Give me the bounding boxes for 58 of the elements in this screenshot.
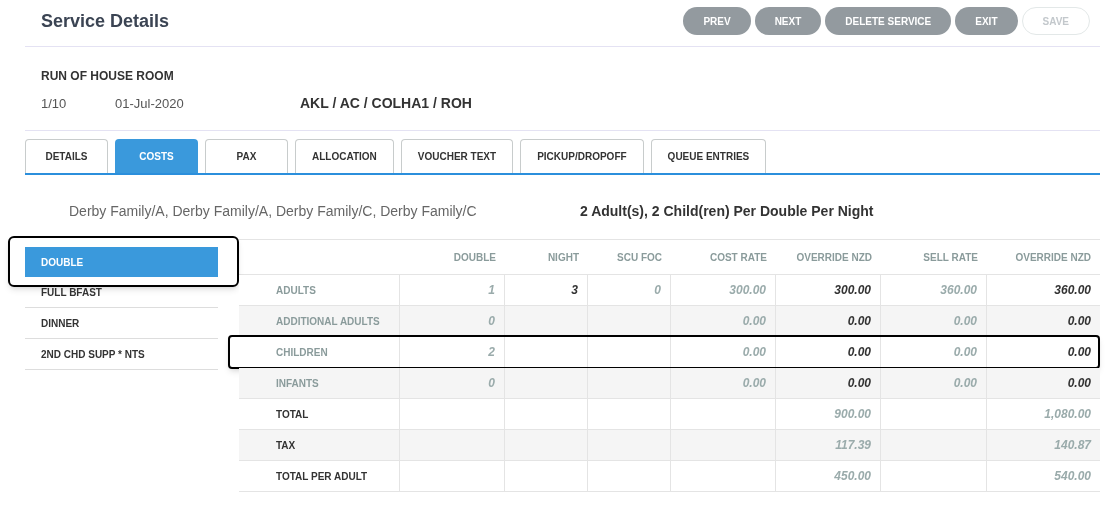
column-header: SELL RATE [923, 252, 978, 263]
tab[interactable]: PICKUP/DROPOFF [520, 139, 644, 173]
table-cell-text: 0.00 [1067, 375, 1091, 392]
table-cell-text: 0 [488, 313, 495, 330]
row-label: TAX [276, 438, 296, 453]
table-cell-text: 0.00 [742, 313, 766, 330]
table-cell-text: 1 [488, 282, 495, 299]
table-cell-text: 450.00 [834, 468, 871, 485]
table-cell-text: 0 [654, 282, 661, 299]
table-cell-text: 360.00 [1054, 282, 1091, 299]
table-cell-text: 0.00 [742, 344, 766, 361]
tab[interactable]: ALLOCATION [295, 139, 394, 173]
column-header: COST RATE [709, 252, 767, 263]
tab[interactable]: PAX [205, 139, 288, 173]
page-title: Service Details [41, 9, 170, 33]
table-cell-text: 0.00 [953, 344, 977, 361]
column-header: OVERRIDE NZD [1015, 252, 1091, 263]
table-cell-text: 0.00 [953, 313, 977, 330]
table-cell-text: 300.00 [834, 282, 871, 299]
table-cell-text: 300.00 [729, 282, 766, 299]
table-cell-text: 0.00 [1067, 313, 1091, 330]
sidebar-item[interactable]: DINNER [25, 308, 218, 339]
table-cell-text: 1,080.00 [1044, 406, 1091, 423]
table-cell-text: 0.00 [847, 375, 871, 392]
sequence-text: 1/10 [41, 94, 68, 113]
table-cell-text: 3 [571, 282, 578, 299]
column-header: SCU FOC [617, 252, 662, 263]
row-label: TOTAL [276, 407, 309, 422]
tab[interactable]: QUEUE ENTRIES [650, 139, 767, 173]
column-header: DOUBLE [453, 252, 496, 263]
column-header: NIGHT [547, 252, 579, 263]
row-label: INFANTS [276, 376, 319, 391]
table-cell-text: 360.00 [940, 282, 977, 299]
table-cell-text: 540.00 [1054, 468, 1091, 485]
table-cell-text: 0.00 [953, 375, 977, 392]
column-header: OVERRIDE NZD [796, 252, 872, 263]
table-cell-text: 0.00 [847, 344, 871, 361]
tab[interactable]: DETAILS [25, 139, 108, 173]
row-label: TOTAL PER ADULT [276, 469, 368, 484]
table-cell-text: 0.00 [1067, 344, 1091, 361]
table-cell-text: 140.87 [1054, 437, 1091, 454]
table-cell-text: 2 [488, 344, 495, 361]
date-text: 01-Jul-2020 [115, 94, 185, 113]
table-cell-text: 0.00 [847, 313, 871, 330]
sidebar-item[interactable]: FULL BFAST [25, 277, 218, 308]
pax-summary: 2 Adult(s), 2 Child(ren) Per Double Per Night [580, 201, 874, 221]
tab[interactable]: VOUCHER TEXT [400, 139, 514, 173]
row-label: ADULTS [276, 283, 316, 298]
table-cell-text: 117.39 [835, 437, 871, 454]
sidebar-item[interactable]: 2ND CHD SUPP * NTS [25, 339, 218, 370]
row-label: ADDITIONAL ADULTS [276, 314, 380, 329]
row-label: CHILDREN [276, 345, 328, 360]
table-cell-text: 0 [488, 375, 495, 392]
pax-names: Derby Family/A, Derby Family/A, Derby Family/C, Derby Family/C [69, 201, 478, 221]
table-cell-text: 0.00 [742, 375, 766, 392]
table-cell-text: 900.00 [834, 406, 871, 423]
service-code: AKL / AC / COLHA1 / ROH [300, 94, 472, 113]
service-name: RUN OF HOUSE ROOM [41, 68, 175, 85]
